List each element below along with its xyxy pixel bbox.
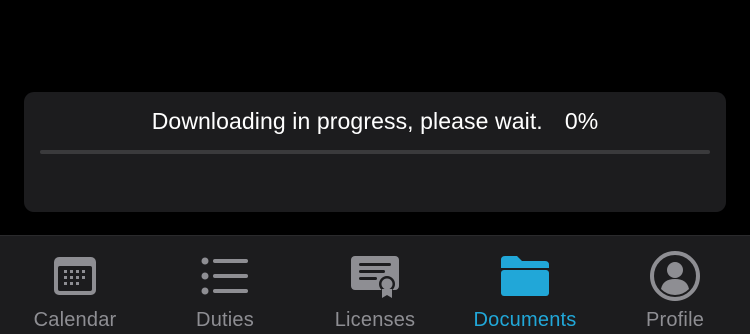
tab-bar: Calendar Duties Licenses Documents Profi… [0, 235, 750, 334]
tab-label: Profile [645, 309, 705, 331]
profile-icon [649, 250, 701, 302]
tab-label: Calendar [33, 309, 117, 331]
tab-label: Documents [473, 309, 577, 331]
calendar-icon [49, 250, 101, 302]
tab-profile[interactable]: Profile [600, 236, 750, 334]
download-status: Downloading in progress, please wait. 0% [0, 108, 750, 135]
tab-label: Licenses [334, 309, 416, 331]
list-icon [199, 250, 251, 302]
download-message: Downloading in progress, please wait. [151, 108, 543, 134]
certificate-icon [349, 250, 401, 302]
tab-licenses[interactable]: Licenses [300, 236, 450, 334]
tab-calendar[interactable]: Calendar [0, 236, 150, 334]
tab-documents[interactable]: Documents [450, 236, 600, 334]
tab-label: Duties [196, 309, 254, 331]
download-percent: 0% [564, 108, 599, 134]
tab-duties[interactable]: Duties [150, 236, 300, 334]
folder-icon [499, 250, 551, 302]
download-progress-bar [40, 150, 710, 154]
